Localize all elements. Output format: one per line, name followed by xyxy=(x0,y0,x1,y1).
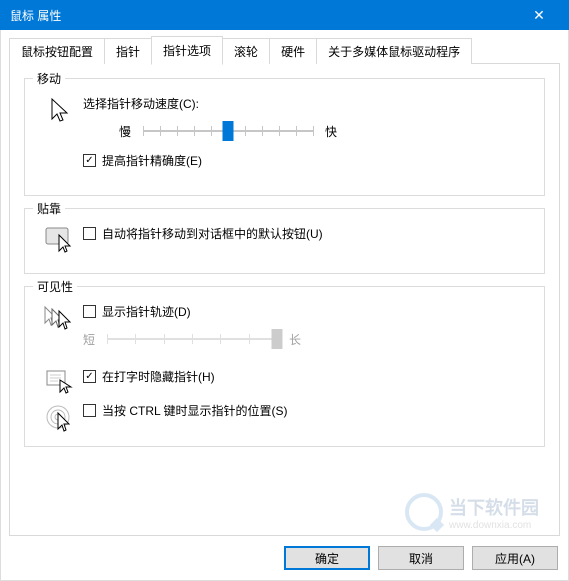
tab-buttons[interactable]: 鼠标按钮配置 xyxy=(9,38,105,64)
tab-hardware[interactable]: 硬件 xyxy=(269,38,317,64)
snap-to-default-checkbox[interactable]: 自动将指针移动到对话框中的默认按钮(U) xyxy=(83,225,323,242)
pointer-trails-label: 显示指针轨迹(D) xyxy=(102,303,191,320)
pointer-trails-icon xyxy=(43,305,77,331)
group-motion-title: 移动 xyxy=(33,70,65,87)
tab-pointers[interactable]: 指针 xyxy=(104,38,152,64)
trails-long-label: 长 xyxy=(289,331,301,348)
enhance-precision-checkbox[interactable]: ✓ 提高指针精确度(E) xyxy=(83,152,202,169)
cancel-button[interactable]: 取消 xyxy=(378,546,464,570)
group-snap: 贴靠 自动将指针移动到对话框中的默认按钮(U) xyxy=(24,208,545,274)
ok-button[interactable]: 确定 xyxy=(284,546,370,570)
titlebar: 鼠标 属性 ✕ xyxy=(0,0,569,30)
pointer-speed-slider[interactable] xyxy=(143,118,313,144)
pointer-trails-checkbox[interactable]: 显示指针轨迹(D) xyxy=(83,303,191,320)
cursor-arrow-icon xyxy=(48,97,72,125)
tab-wheel[interactable]: 滚轮 xyxy=(222,38,270,64)
snap-to-button-icon xyxy=(45,227,75,253)
group-visibility: 可见性 显示指针轨迹(D) xyxy=(24,286,545,447)
speed-slow-label: 慢 xyxy=(119,123,131,140)
close-icon[interactable]: ✕ xyxy=(519,7,559,24)
dialog-button-row: 确定 取消 应用(A) xyxy=(9,536,560,572)
hide-while-typing-icon xyxy=(46,370,74,394)
group-motion: 移动 选择指针移动速度(C): 慢 xyxy=(24,78,545,196)
hide-while-typing-checkbox[interactable]: ✓ 在打字时隐藏指针(H) xyxy=(83,368,215,385)
trails-short-label: 短 xyxy=(83,331,95,348)
speed-fast-label: 快 xyxy=(325,123,337,140)
apply-button[interactable]: 应用(A) xyxy=(472,546,558,570)
tab-pointer-options[interactable]: 指针选项 xyxy=(151,36,223,65)
enhance-precision-label: 提高指针精确度(E) xyxy=(102,152,202,169)
pointer-speed-label: 选择指针移动速度(C): xyxy=(83,95,199,112)
dialog-body: 鼠标按钮配置 指针 指针选项 滚轮 硬件 关于多媒体鼠标驱动程序 移动 选择指针… xyxy=(0,30,569,581)
pointer-trails-slider xyxy=(107,326,277,352)
ctrl-locate-label: 当按 CTRL 键时显示指针的位置(S) xyxy=(102,402,288,419)
group-snap-title: 贴靠 xyxy=(33,200,65,217)
tab-content: 移动 选择指针移动速度(C): 慢 xyxy=(9,64,560,536)
window-title: 鼠标 属性 xyxy=(10,7,519,24)
hide-while-typing-label: 在打字时隐藏指针(H) xyxy=(102,368,215,385)
snap-to-default-label: 自动将指针移动到对话框中的默认按钮(U) xyxy=(102,225,323,242)
tab-strip: 鼠标按钮配置 指针 指针选项 滚轮 硬件 关于多媒体鼠标驱动程序 xyxy=(9,36,560,64)
ctrl-locate-checkbox[interactable]: 当按 CTRL 键时显示指针的位置(S) xyxy=(83,402,288,419)
tab-about-driver[interactable]: 关于多媒体鼠标驱动程序 xyxy=(316,38,472,64)
group-visibility-title: 可见性 xyxy=(33,278,77,295)
ctrl-locate-icon xyxy=(45,404,75,434)
